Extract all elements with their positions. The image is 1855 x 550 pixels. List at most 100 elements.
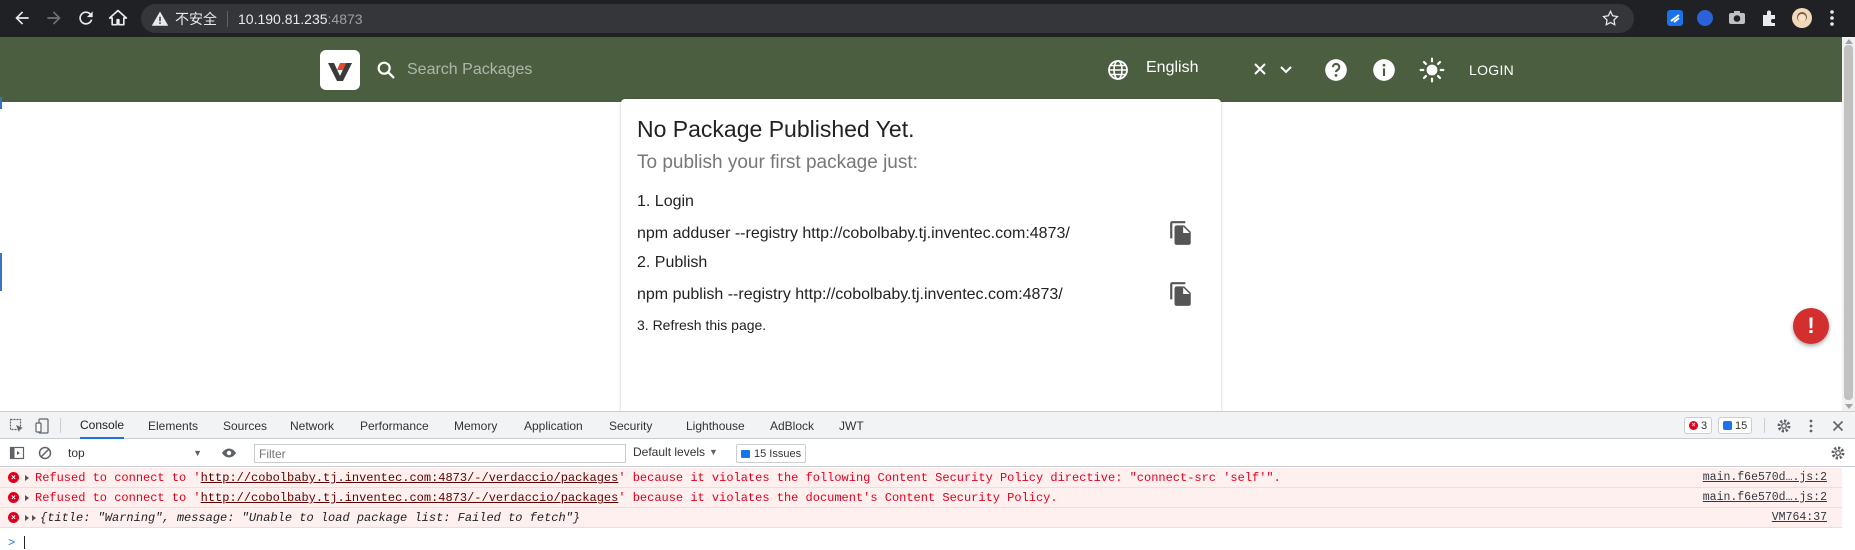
console-url-link[interactable]: http://cobolbaby.tj.inventec.com:4873/-/…: [201, 491, 619, 505]
issues-label: 15 Issues: [754, 447, 802, 460]
console-source-link[interactable]: main.f6e570d….js:2: [1703, 471, 1827, 484]
home-icon: [108, 9, 128, 26]
issues-button[interactable]: 15 Issues: [736, 444, 807, 463]
tab-application[interactable]: Application: [524, 412, 583, 439]
console-url-link[interactable]: http://cobolbaby.tj.inventec.com:4873/-/…: [201, 471, 619, 485]
scrollbar-thumb[interactable]: [1844, 45, 1853, 400]
tab-memory[interactable]: Memory: [454, 412, 497, 439]
chevron-down-icon[interactable]: [1276, 59, 1296, 79]
info-icon[interactable]: [1371, 57, 1397, 83]
theme-sun-icon[interactable]: [1419, 57, 1445, 83]
globe-icon: [1108, 60, 1128, 80]
console-source-link[interactable]: VM764:37: [1772, 511, 1827, 524]
console-prompt-icon: >: [8, 536, 16, 550]
browser-menu-kebab-icon[interactable]: [1822, 8, 1842, 28]
console-input-caret[interactable]: [24, 536, 25, 549]
settings-gear-icon[interactable]: [1775, 417, 1793, 435]
profile-avatar-icon[interactable]: [1792, 8, 1812, 28]
scroll-up-arrow-icon[interactable]: [1845, 39, 1853, 44]
security-label[interactable]: 不安全: [175, 9, 217, 29]
tab-security[interactable]: Security: [609, 412, 652, 439]
sidebar-toggle-icon[interactable]: [8, 444, 26, 462]
copy-icon[interactable]: [1168, 281, 1194, 307]
bookmark-star-icon[interactable]: [1601, 9, 1620, 28]
devtools-menu-kebab-icon[interactable]: [1802, 417, 1820, 435]
step-refresh-label: 3. Refresh this page.: [637, 317, 767, 333]
reload-icon: [79, 11, 93, 25]
expand-triangle-icon[interactable]: [25, 475, 29, 481]
step-publish-label: 2. Publish: [637, 254, 708, 271]
expand-triangle-icon[interactable]: [25, 495, 29, 501]
error-count-badge[interactable]: × 3: [1684, 417, 1713, 434]
log-levels-label: Default levels: [633, 445, 706, 459]
error-circle-icon: ×: [1689, 421, 1698, 430]
error-circle-icon: ×: [8, 492, 19, 503]
clear-console-icon[interactable]: [36, 444, 54, 462]
console-filter-input[interactable]: [254, 444, 626, 463]
verdaccio-logo-icon: [328, 63, 352, 81]
tab-divider: [1764, 418, 1765, 433]
inspect-element-icon[interactable]: [8, 417, 26, 435]
extension-blue-square-icon[interactable]: [1665, 8, 1685, 28]
page-scrollbar[interactable]: [1842, 37, 1855, 411]
clear-language-icon[interactable]: [1250, 59, 1270, 79]
home-button[interactable]: [102, 2, 134, 34]
error-circle-icon: ×: [8, 512, 19, 523]
dropdown-arrow-icon: ▼: [709, 447, 718, 457]
dropdown-arrow-icon: ▼: [193, 448, 202, 458]
tab-jwt[interactable]: JWT: [839, 412, 864, 439]
extension-blue-circle-icon[interactable]: [1695, 8, 1715, 28]
console-error-message[interactable]: × Refused to connect to 'http://cobolbab…: [0, 488, 1842, 508]
copy-icon[interactable]: [1168, 220, 1194, 246]
device-toggle-icon[interactable]: [34, 417, 52, 435]
tab-adblock[interactable]: AdBlock: [770, 412, 814, 439]
card-title: No Package Published Yet.: [637, 116, 915, 142]
tab-performance[interactable]: Performance: [360, 412, 429, 439]
help-icon[interactable]: [1323, 57, 1349, 83]
language-select-value[interactable]: English: [1146, 59, 1198, 77]
address-bar[interactable]: 不安全 10.190.81.235:4873: [141, 4, 1634, 33]
console-message-text: Refused to connect to 'http://cobolbaby.…: [35, 491, 1058, 505]
tab-console[interactable]: Console: [80, 412, 125, 439]
expand-triangle-icon[interactable]: [32, 515, 36, 521]
execution-context-select[interactable]: top ▼: [68, 444, 206, 462]
tab-sources[interactable]: Sources: [223, 412, 267, 439]
log-levels-dropdown[interactable]: Default levels ▼: [633, 445, 718, 459]
edge-marker: [0, 253, 2, 291]
console-settings-gear-icon[interactable]: [1829, 444, 1847, 462]
console-source-link[interactable]: main.f6e570d….js:2: [1703, 491, 1827, 504]
tab-network[interactable]: Network: [290, 412, 334, 439]
tab-elements[interactable]: Elements: [148, 412, 198, 439]
forward-arrow-icon: [47, 11, 61, 25]
url-port: :4873: [327, 10, 363, 27]
console-error-message[interactable]: × {title: "Warning", message: "Unable to…: [0, 508, 1842, 528]
verdaccio-logo[interactable]: [320, 50, 360, 90]
reload-button[interactable]: [70, 2, 102, 34]
issue-flag-icon: [1723, 421, 1732, 430]
issue-flag-icon: [741, 449, 750, 458]
warning-triangle-icon: [151, 11, 169, 26]
devtools-tabbar: Console Elements Sources Network Perform…: [0, 412, 1855, 439]
scroll-down-arrow-icon[interactable]: [1845, 404, 1853, 409]
live-expression-eye-icon[interactable]: [220, 444, 238, 462]
tab-lighthouse[interactable]: Lighthouse: [686, 412, 745, 439]
console-error-message[interactable]: × Refused to connect to 'http://cobolbab…: [0, 468, 1842, 488]
expand-triangle-icon[interactable]: [25, 515, 29, 521]
extensions-puzzle-icon[interactable]: [1760, 8, 1780, 28]
back-button[interactable]: [6, 2, 38, 34]
error-notification-button[interactable]: !: [1793, 308, 1829, 344]
forward-button[interactable]: [38, 2, 70, 34]
help-card: No Package Published Yet. To publish you…: [621, 99, 1221, 411]
search-packages-input[interactable]: [407, 51, 907, 89]
close-devtools-icon[interactable]: [1829, 417, 1847, 435]
card-subtitle: To publish your first package just:: [637, 152, 918, 173]
console-message-text: {title: "Warning", message: "Unable to l…: [40, 511, 581, 525]
login-button[interactable]: LOGIN: [1463, 53, 1520, 87]
tab-divider: [60, 418, 61, 433]
search-icon: [377, 61, 395, 79]
screenshot-camera-icon[interactable]: [1727, 8, 1747, 28]
console-message-text: Refused to connect to 'http://cobolbaby.…: [35, 471, 1281, 485]
error-circle-icon: ×: [8, 472, 19, 483]
issue-count-badge[interactable]: 15: [1718, 417, 1753, 434]
error-count: 3: [1701, 419, 1708, 432]
